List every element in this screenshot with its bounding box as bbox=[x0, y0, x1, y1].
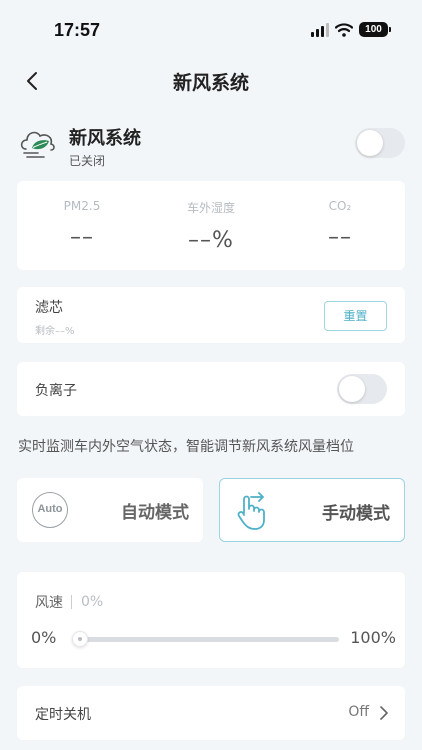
speed-slider-thumb[interactable] bbox=[72, 631, 88, 647]
slider-max-label: 100% bbox=[350, 628, 396, 647]
battery-icon: 100 bbox=[359, 22, 391, 37]
filter-card: 滤芯 剩余––% 重置 bbox=[17, 287, 405, 343]
timer-label: 定时关机 bbox=[35, 707, 91, 723]
speed-value: 0% bbox=[81, 594, 104, 610]
stat-value: –– bbox=[70, 225, 94, 250]
divider bbox=[71, 595, 72, 609]
stat-humidity: 车外湿度 ––% bbox=[146, 199, 276, 253]
manual-mode-label: 手动模式 bbox=[322, 504, 390, 524]
reset-button[interactable]: 重置 bbox=[324, 301, 387, 331]
wifi-icon bbox=[335, 22, 353, 37]
manual-mode-button[interactable]: 手动模式 bbox=[219, 478, 405, 542]
device-state: 已关闭 bbox=[69, 154, 106, 168]
nav-bar: 新风系统 bbox=[0, 62, 422, 102]
timer-value: Off bbox=[348, 704, 369, 720]
stat-label: CO₂ bbox=[328, 199, 352, 213]
timer-shutdown-row[interactable]: 定时关机 Off bbox=[17, 686, 405, 740]
speed-label: 风速 bbox=[35, 595, 63, 611]
ion-label: 负离子 bbox=[35, 383, 77, 399]
filter-remaining: 剩余––% bbox=[35, 326, 75, 337]
slider-min-label: 0% bbox=[31, 628, 57, 647]
toggle-knob bbox=[357, 130, 383, 156]
status-time: 17:57 bbox=[54, 20, 101, 40]
auto-icon: Auto bbox=[32, 492, 68, 528]
speed-header: 风速 0% bbox=[35, 592, 103, 612]
stat-value: –– bbox=[328, 225, 352, 250]
status-bar: 17:57 100 bbox=[0, 0, 422, 62]
chevron-right-icon bbox=[380, 706, 388, 720]
status-icons: 100 bbox=[311, 22, 391, 37]
stat-co2: CO₂ –– bbox=[275, 199, 405, 250]
stat-value: ––% bbox=[188, 228, 234, 253]
stat-label: PM2.5 bbox=[63, 199, 101, 213]
ion-card: 负离子 bbox=[17, 362, 405, 416]
signal-icon bbox=[311, 22, 329, 37]
filter-title: 滤芯 bbox=[35, 300, 63, 316]
page-title: 新风系统 bbox=[172, 72, 249, 94]
device-header: 新风系统 已关闭 bbox=[18, 122, 406, 172]
stat-pm25: PM2.5 –– bbox=[17, 199, 147, 250]
ion-toggle[interactable] bbox=[337, 374, 387, 404]
fan-speed-card: 风速 0% 0% 100% bbox=[17, 572, 405, 668]
stat-label: 车外湿度 bbox=[186, 201, 235, 215]
auto-mode-button[interactable]: Auto 自动模式 bbox=[17, 478, 203, 542]
cloud-leaf-icon bbox=[20, 131, 55, 158]
hand-pointer-icon bbox=[237, 492, 265, 530]
device-name: 新风系统 bbox=[69, 128, 141, 149]
speed-slider-track[interactable] bbox=[75, 637, 339, 642]
toggle-knob bbox=[339, 376, 365, 402]
auto-mode-label: 自动模式 bbox=[121, 503, 189, 523]
air-stats-card: PM2.5 –– 车外湿度 ––% CO₂ –– bbox=[17, 181, 405, 270]
description-text: 实时监测车内外空气状态，智能调节新风系统风量档位 bbox=[18, 439, 354, 455]
power-toggle[interactable] bbox=[355, 128, 405, 158]
